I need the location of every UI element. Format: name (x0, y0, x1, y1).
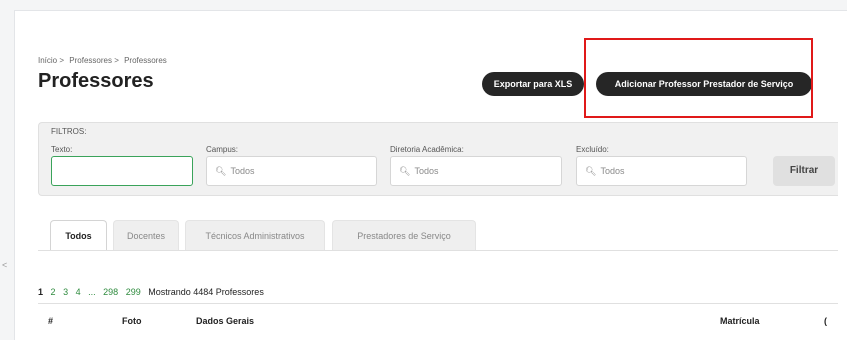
tab-divider (38, 250, 838, 251)
page-link-3[interactable]: 3 (63, 287, 68, 297)
texto-label: Texto: (51, 145, 73, 154)
page-link-1[interactable]: 1 (38, 287, 43, 297)
search-icon: 🔍︎ (585, 166, 597, 176)
page-link-299[interactable]: 299 (126, 287, 141, 297)
column-header-cut-off: ( (824, 316, 827, 326)
campus-label: Campus: (206, 145, 239, 154)
diretoria-value: Todos (414, 166, 439, 176)
column-header-foto: Foto (122, 316, 142, 326)
texto-input[interactable] (51, 156, 193, 186)
filters-panel: FILTROS: Texto: Campus: 🔍︎ Todos Diretori… (38, 122, 838, 196)
column-header-dados-gerais: Dados Gerais (196, 316, 255, 326)
filters-title: FILTROS: (51, 127, 87, 136)
tab-tecnicos-administrativos[interactable]: Técnicos Administrativos (185, 220, 325, 250)
excluido-label: Excluído: (576, 145, 609, 154)
breadcrumb-separator: > (59, 56, 65, 65)
tab-docentes[interactable]: Docentes (113, 220, 179, 250)
page-title: Professores (38, 70, 154, 92)
breadcrumb-current: Professores (124, 56, 167, 65)
page-ellipsis: ... (88, 287, 96, 297)
campus-value: Todos (230, 166, 255, 176)
page-link-4[interactable]: 4 (76, 287, 81, 297)
tab-todos[interactable]: Todos (50, 220, 107, 250)
side-chevron-icon[interactable]: < (2, 260, 7, 270)
excluido-value: Todos (600, 166, 625, 176)
campus-select[interactable]: 🔍︎ Todos (206, 156, 377, 186)
diretoria-select[interactable]: 🔍︎ Todos (390, 156, 562, 186)
breadcrumb: Início > Professores > Professores (38, 56, 170, 65)
filter-button[interactable]: Filtrar (773, 156, 835, 186)
page-link-298[interactable]: 298 (103, 287, 118, 297)
pagination: 1 2 3 4 ... 298 299 Mostrando 4484 Profe… (38, 287, 264, 297)
diretoria-label: Diretoria Acadêmica: (390, 145, 464, 154)
search-icon: 🔍︎ (399, 166, 411, 176)
export-xls-button[interactable]: Exportar para XLS (482, 72, 584, 96)
table-header: # Foto Dados Gerais Matrícula ( (38, 303, 838, 333)
excluido-select[interactable]: 🔍︎ Todos (576, 156, 747, 186)
breadcrumb-home[interactable]: Início (38, 56, 57, 65)
column-header-index: # (48, 316, 54, 326)
breadcrumb-separator: > (114, 56, 119, 65)
results-count: Mostrando 4484 Professores (148, 287, 264, 297)
search-icon: 🔍︎ (215, 166, 227, 176)
page-link-2[interactable]: 2 (51, 287, 56, 297)
column-header-matricula: Matrícula (720, 316, 760, 326)
breadcrumb-professores[interactable]: Professores (69, 56, 112, 65)
highlight-box (584, 38, 813, 118)
tab-prestadores-de-servico[interactable]: Prestadores de Serviço (332, 220, 476, 250)
